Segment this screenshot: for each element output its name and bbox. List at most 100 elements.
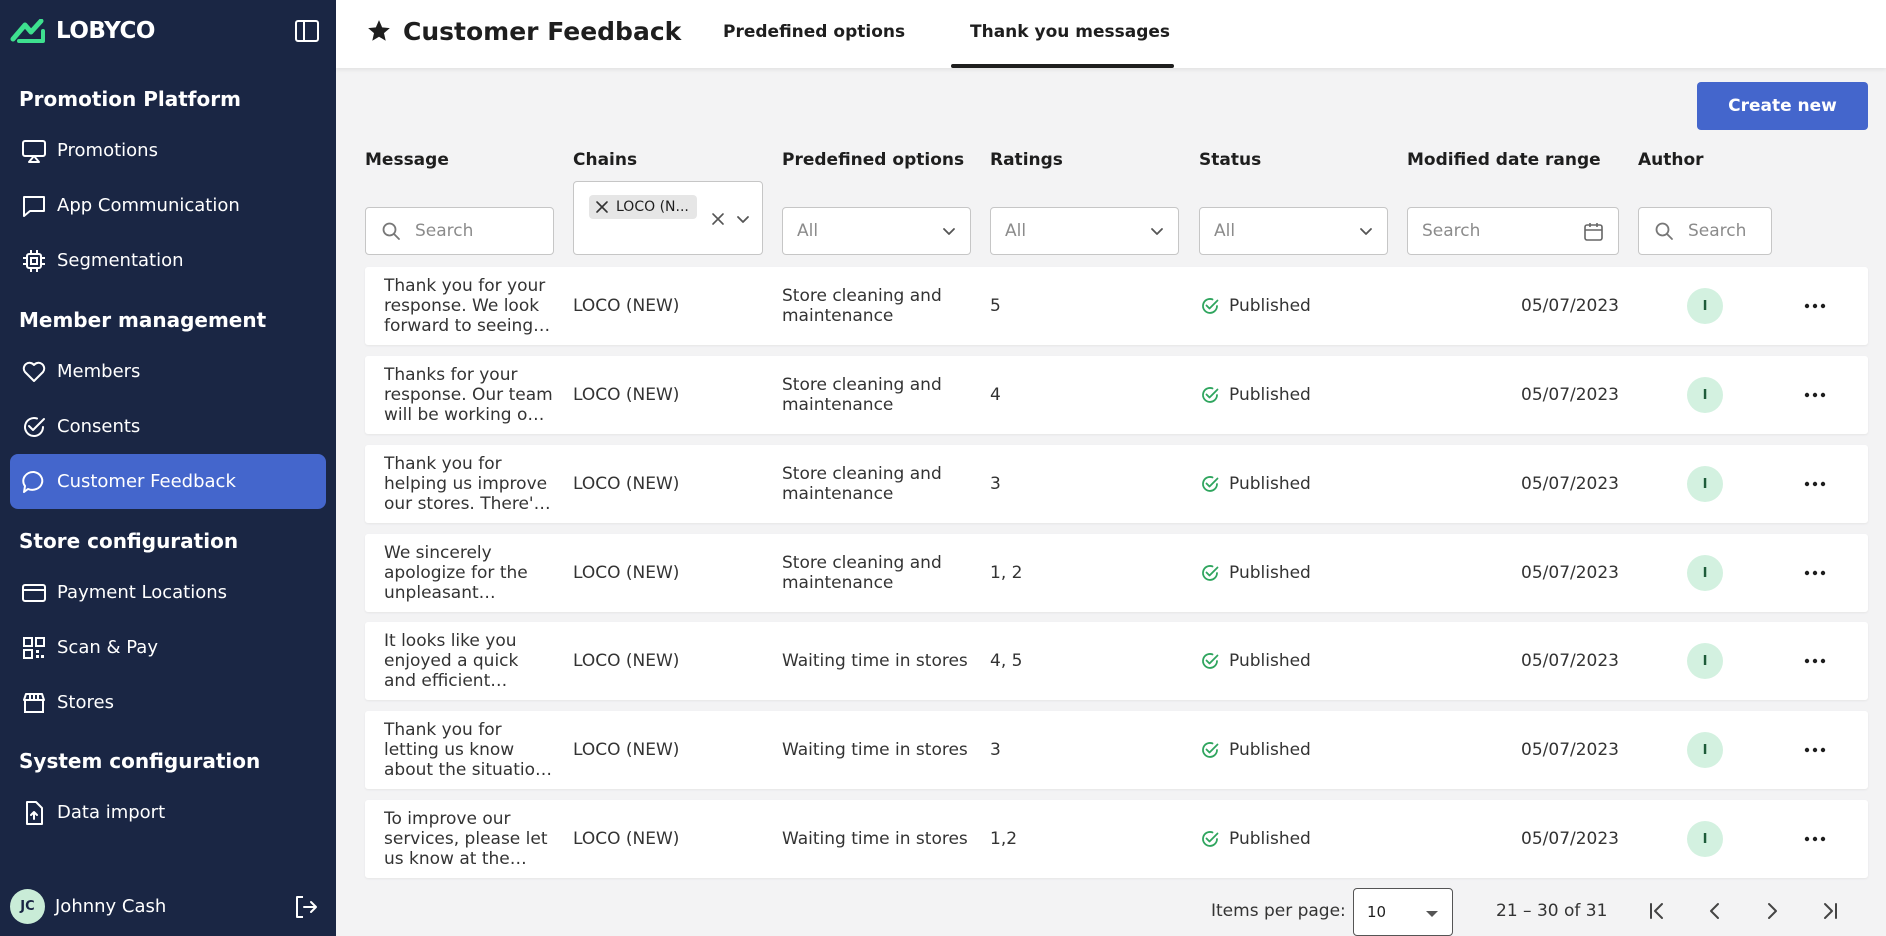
chain-cell: LOCO (NEW) [573,385,680,405]
sidebar-item-stores[interactable]: Stores [10,675,326,730]
table-row[interactable]: We sincerely apologize for the unpleasan… [365,534,1868,612]
sidebar-item-scan-pay[interactable]: Scan & Pay [10,620,326,675]
chevron-down-icon [943,228,955,235]
sidebar-item-label: Payment Locations [57,582,228,603]
items-per-page-label: Items per page: [1211,901,1346,921]
chains-select[interactable]: LOCO (N... [573,181,763,255]
status-select[interactable]: All [1199,207,1388,255]
table-row[interactable]: Thank you for helping us improve our sto… [365,445,1868,523]
more-options-icon[interactable] [1802,738,1828,762]
ratings-select[interactable]: All [990,207,1179,255]
calendar-icon[interactable] [1583,221,1604,242]
author-search-input[interactable]: Search [1638,207,1772,255]
sidebar-item-data-import[interactable]: Data import [10,785,326,840]
close-icon[interactable] [595,200,609,214]
table-row[interactable]: To improve our services, please let us k… [365,800,1868,878]
column-header-chains: Chains [573,150,638,170]
more-options-icon[interactable] [1802,827,1828,851]
author-avatar: I [1687,466,1723,502]
sidebar-item-app-communication[interactable]: App Communication [10,178,326,233]
published-check-icon [1202,298,1219,314]
date-cell: 05/07/2023 [1521,296,1619,316]
sidebar-item-members[interactable]: Members [10,344,326,399]
chevron-down-icon [737,216,749,223]
store-icon [20,689,48,717]
more-options-icon[interactable] [1802,383,1828,407]
ratings-cell: 5 [990,296,1001,316]
logo-text: LOBYCO [56,18,155,44]
author-avatar: I [1687,377,1723,413]
sidebar-item-consents[interactable]: Consents [10,399,326,454]
previous-page-icon[interactable] [1703,899,1727,923]
option-cell: Waiting time in stores [782,740,968,760]
more-options-icon[interactable] [1802,294,1828,318]
page-size-value: 10 [1367,903,1387,921]
search-placeholder: Search [1422,221,1481,241]
user-profile[interactable]: JC Johnny Cash [10,888,326,924]
last-page-icon[interactable] [1818,899,1842,923]
page-range: 21 – 30 of 31 [1496,901,1608,921]
sidebar-item-label: Promotions [57,140,158,161]
select-value: All [1214,221,1236,241]
chain-cell: LOCO (NEW) [573,651,680,671]
feedback-icon [20,468,48,496]
option-cell: Waiting time in stores [782,829,968,849]
chain-cell: LOCO (NEW) [573,474,680,494]
status-label: Published [1229,296,1311,316]
column-header-predefined-options: Predefined options [782,150,965,170]
date-cell: 05/07/2023 [1521,829,1619,849]
more-options-icon[interactable] [1802,649,1828,673]
search-icon [1655,222,1673,240]
status-label: Published [1229,740,1311,760]
sidebar-item-label: Stores [57,692,114,713]
table-row[interactable]: Thanks for your response. Our team will … [365,356,1868,434]
modified-date-range-input[interactable]: Search [1407,207,1619,255]
tab-predefined-options[interactable]: Predefined options [723,22,905,42]
option-cell: Waiting time in stores [782,651,968,671]
ratings-cell: 4 [990,385,1001,405]
author-avatar: I [1687,555,1723,591]
sidebar-toggle-icon[interactable] [294,18,320,44]
chain-chip-label: LOCO (N... [616,199,689,215]
first-page-icon[interactable] [1645,899,1669,923]
status-label: Published [1229,651,1311,671]
search-placeholder: Search [415,221,474,241]
next-page-icon[interactable] [1760,899,1784,923]
predefined-options-select[interactable]: All [782,207,971,255]
caret-down-icon [1426,911,1438,917]
sidebar-item-customer-feedback[interactable]: Customer Feedback [10,454,326,509]
lobyco-logo-icon [10,19,45,43]
logo[interactable]: LOBYCO [10,18,155,44]
section-title-member: Member management [19,308,267,332]
chain-chip[interactable]: LOCO (N... [589,195,697,219]
create-new-button[interactable]: Create new [1697,82,1868,130]
option-cell: Store cleaning and maintenance [782,553,942,593]
date-cell: 05/07/2023 [1521,651,1619,671]
chat-icon [20,192,48,220]
tab-thank-you-messages[interactable]: Thank you messages [970,22,1170,42]
credit-card-icon [20,579,48,607]
ratings-cell: 3 [990,474,1001,494]
ratings-cell: 1,2 [990,829,1018,849]
sidebar-item-label: App Communication [57,195,240,216]
option-cell: Store cleaning and maintenance [782,286,942,326]
sidebar-item-label: Consents [57,416,141,437]
more-options-icon[interactable] [1802,561,1828,585]
table-row[interactable]: Thank you for your response. We look for… [365,267,1868,345]
heart-icon [20,358,48,386]
message-cell: To improve our services, please let us k… [384,809,548,869]
message-search-input[interactable]: Search [365,207,554,255]
more-options-icon[interactable] [1802,472,1828,496]
search-icon [382,222,400,240]
logo-row: LOBYCO [10,14,326,48]
sidebar-item-promotions[interactable]: Promotions [10,123,326,178]
sidebar-item-payment-locations[interactable]: Payment Locations [10,565,326,620]
sidebar-item-segmentation[interactable]: Segmentation [10,233,326,288]
table-row[interactable]: It looks like you enjoyed a quick and ef… [365,622,1868,700]
clear-icon[interactable] [711,212,725,226]
page-header: Customer Feedback Predefined options Tha… [336,0,1886,68]
logout-icon[interactable] [292,893,320,921]
table-row[interactable]: Thank you for letting us know about the … [365,711,1868,789]
page-size-select[interactable]: 10 [1353,888,1453,936]
ratings-cell: 4, 5 [990,651,1023,671]
